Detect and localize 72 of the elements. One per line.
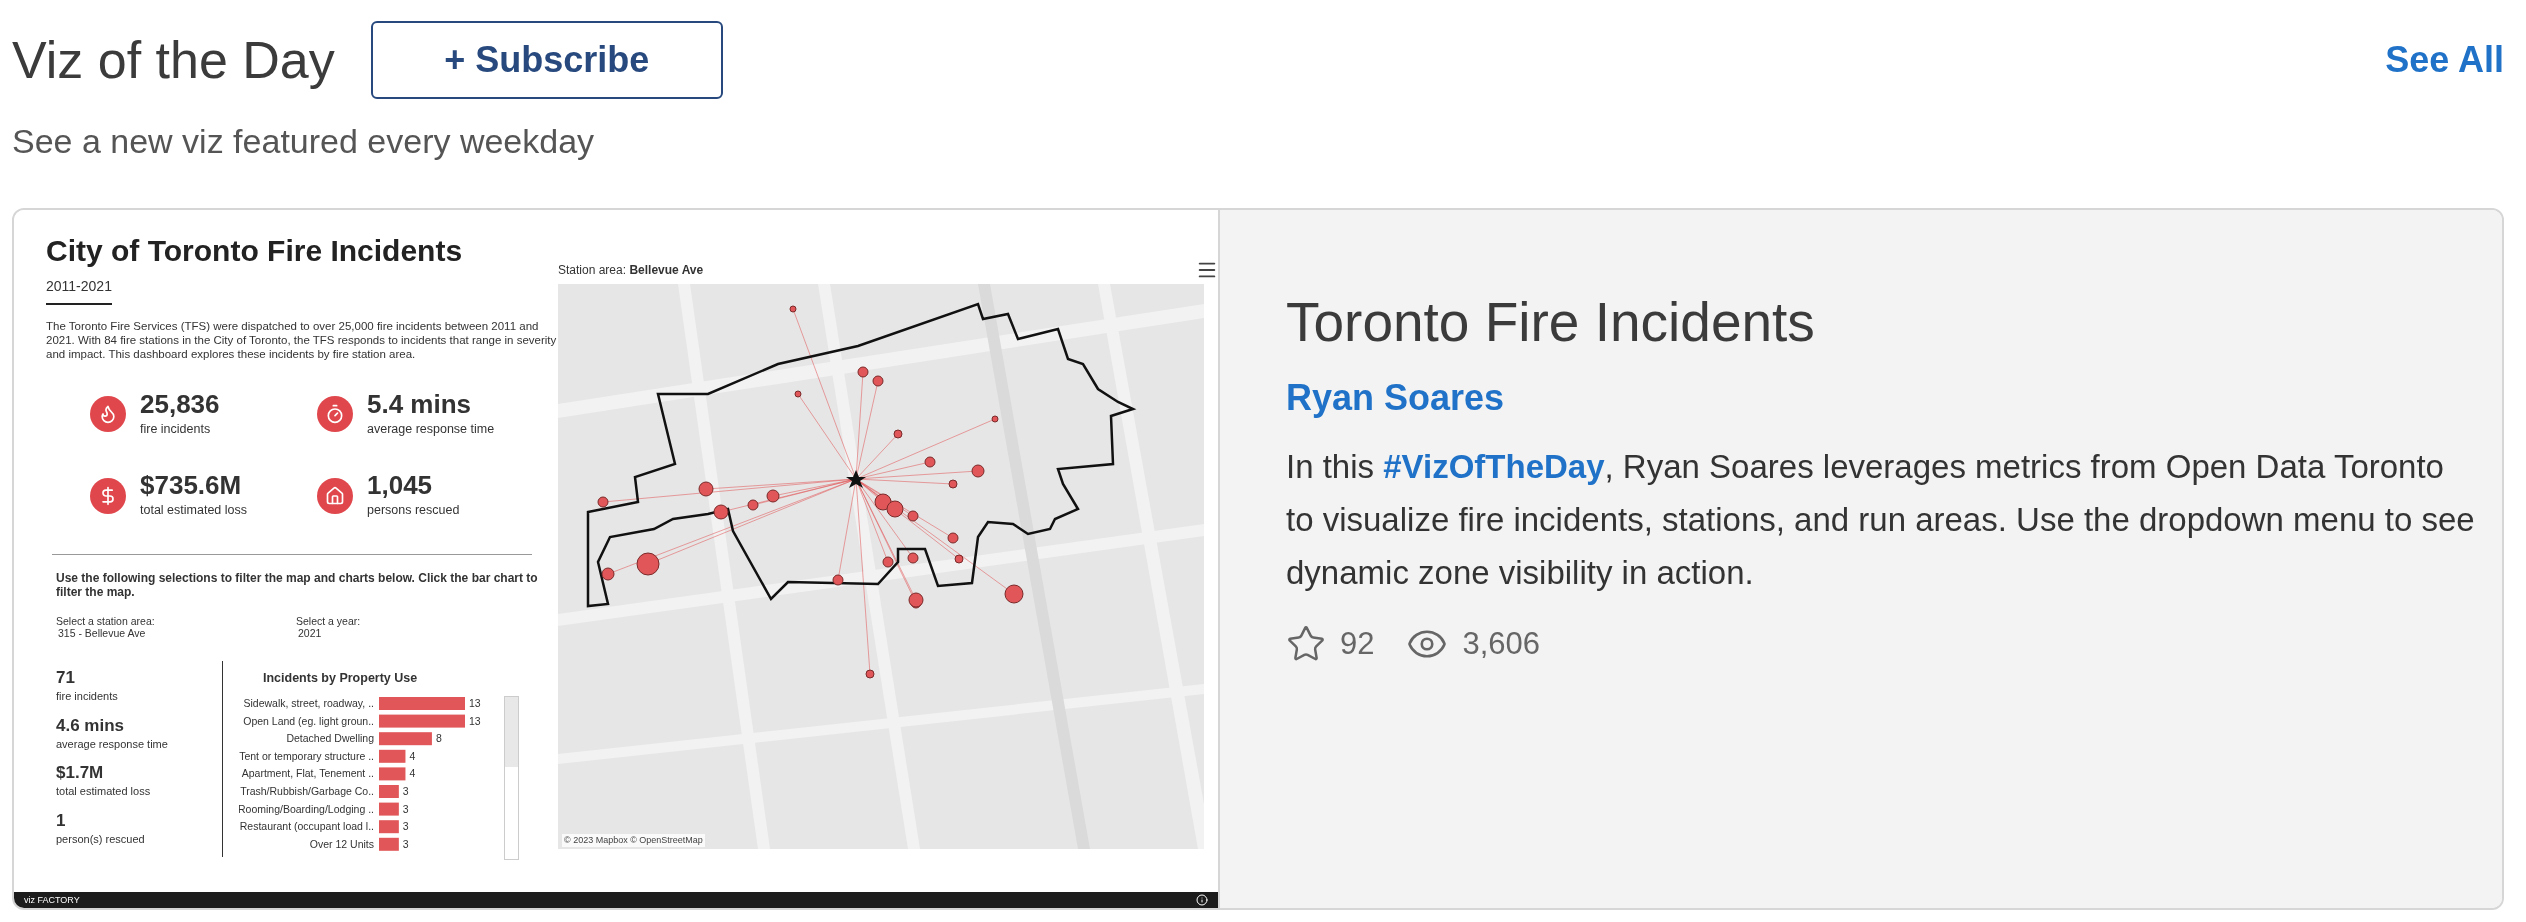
featured-card[interactable] — [12, 208, 2504, 910]
kpi-label: average response time — [367, 420, 495, 438]
bar[interactable] — [379, 767, 406, 781]
subscribe-button[interactable]: + Subscribe — [370, 21, 723, 99]
category-label: Apartment, Flat, Tenement .. — [241, 767, 374, 780]
bar[interactable] — [379, 819, 399, 833]
intro-text: The Toronto Fire Services (TFS) were dispatched to over 25,000 fire incidents between 2011 and 2021. With 84 fire stations in the City of Toronto, the TFS responds to incidents that range in severity and impact. This dashboard explores these incidents by fire station area. — [46, 318, 558, 361]
house-icon — [317, 478, 353, 515]
stat-value: 71 — [56, 669, 76, 686]
stat-label: fire incidents — [56, 689, 119, 704]
bar[interactable] — [379, 784, 399, 798]
value-label: 3 — [402, 784, 409, 797]
chart-title: Incidents by Property Use — [263, 670, 419, 687]
section-title: Viz of the Day — [12, 30, 335, 91]
filter-dropdown[interactable]: 315 - Bellevue Ave — [56, 627, 296, 639]
kpi-value: 1,045 — [367, 472, 434, 499]
value-label: 3 — [402, 837, 409, 850]
filter-dropdown[interactable]: 2021 — [296, 627, 536, 639]
scrollbar[interactable] — [504, 695, 519, 860]
value-label: 8 — [435, 731, 442, 744]
dashboard-preview[interactable] — [14, 210, 1220, 908]
stat-value: 4.6 mins — [56, 716, 126, 734]
section-subtitle: See a new viz featured every weekday — [12, 121, 596, 162]
category-label: Sidewalk, street, roadway, .. — [243, 696, 374, 709]
stat-label: person(s) rescued — [56, 831, 146, 847]
brand-logo: viz FACTORY — [24, 895, 80, 905]
value-label: 3 — [402, 802, 409, 815]
category-label: Restaurant (occupant load l.. — [239, 819, 374, 832]
filter-instruction: Use the following selections to filter the map and charts below. Click the bar chart to filter the map. — [56, 571, 539, 599]
stat-value: $1.7M — [56, 764, 105, 781]
stat-value: 1 — [56, 811, 67, 829]
kpi-value: 25,836 — [140, 390, 220, 417]
category-label: Rooming/Boarding/Lodging .. — [239, 802, 374, 815]
viz-description: In this #VizOfTheDay, Ryan Soares leverages metrics from Open Data Toronto to visualize fire incidents, stations, and run areas. Use the dropdown menu to see dynamic zone visibility in action. — [1286, 446, 2476, 593]
kpi-label: fire incidents — [140, 420, 212, 438]
category-label: Trash/Rubbish/Garbage Co.. — [240, 784, 374, 797]
author-link[interactable]: Ryan Soares — [1286, 374, 2476, 420]
viz-title: Toronto Fire Incidents — [1286, 290, 1816, 355]
favorite-count: 92 — [1340, 624, 1375, 663]
kpi-label: persons rescued — [367, 502, 460, 520]
stat-label: average response time — [56, 736, 169, 752]
category-label: Over 12 Units — [309, 837, 374, 850]
stopwatch-icon — [317, 396, 353, 433]
kpi-value: $735.6M — [140, 472, 243, 499]
value-label: 13 — [469, 714, 481, 727]
category-label: Open Land (eg. light groun.. — [243, 714, 374, 727]
year-range: 2011-2021 — [46, 275, 112, 305]
value-label: 4 — [409, 749, 416, 762]
view-count: 3,606 — [1462, 624, 1541, 663]
bar[interactable] — [379, 749, 406, 763]
kpi-label: total estimated loss — [140, 502, 247, 520]
bar[interactable] — [379, 837, 399, 851]
bar[interactable] — [379, 696, 465, 710]
hashtag-link[interactable]: #VizOfTheDay — [1383, 447, 1605, 485]
flame-icon — [90, 396, 126, 433]
bar[interactable] — [379, 731, 432, 745]
filter-label: Select a year: — [296, 615, 362, 627]
category-label: Detached Dwelling — [286, 731, 374, 744]
dashboard-title: City of Toronto Fire Incidents — [46, 233, 464, 269]
category-label: Tent or temporary structure .. — [239, 749, 374, 762]
info-icon[interactable] — [1196, 894, 1208, 906]
value-label: 3 — [402, 819, 409, 832]
bar[interactable] — [379, 714, 465, 728]
stat-label: total estimated loss — [56, 784, 152, 799]
dollar-icon — [90, 478, 126, 515]
value-label: 4 — [409, 767, 416, 780]
see-all-link[interactable]: See All — [2385, 33, 2504, 87]
map-title: Station area: Bellevue Ave — [558, 262, 704, 279]
filter-label: Select a station area: — [56, 615, 156, 627]
kpi-value: 5.4 mins — [367, 390, 473, 417]
value-label: 13 — [469, 696, 481, 709]
bar[interactable] — [379, 802, 399, 816]
